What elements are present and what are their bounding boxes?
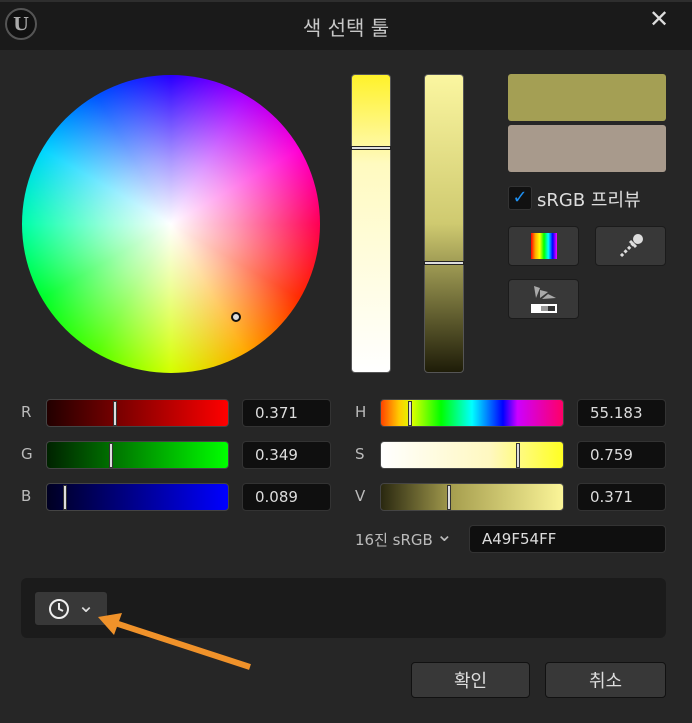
color-wheel-marker[interactable] <box>231 312 241 322</box>
slider-handle[interactable] <box>408 401 413 426</box>
hex-input[interactable]: A49F54FF <box>469 525 666 553</box>
close-icon[interactable]: ✕ <box>646 6 672 32</box>
eyedropper-icon <box>619 234 643 258</box>
slider-handle[interactable] <box>516 443 521 468</box>
s-slider[interactable] <box>380 441 564 469</box>
theme-button[interactable] <box>508 279 579 319</box>
g-value-input[interactable]: 0.349 <box>242 441 331 469</box>
slider-handle[interactable] <box>112 401 117 426</box>
v-slider[interactable] <box>380 483 564 511</box>
slider-handle[interactable] <box>62 485 67 510</box>
b-label: B <box>21 487 32 505</box>
color-spectrum-button[interactable] <box>508 226 579 266</box>
window-title: 색 선택 툴 <box>302 16 390 40</box>
eyedropper-button[interactable] <box>595 226 666 266</box>
spectrum-icon <box>530 233 557 259</box>
saturation-vertical-slider[interactable] <box>351 74 391 373</box>
hex-mode-label[interactable]: 16진 sRGB <box>355 529 433 550</box>
srgb-preview-label: sRGB 프리뷰 <box>537 190 641 211</box>
ok-button[interactable]: 확인 <box>411 662 530 698</box>
v-label: V <box>355 487 366 505</box>
g-label: G <box>21 445 33 463</box>
h-value-input[interactable]: 55.183 <box>577 399 666 427</box>
v-value-input[interactable]: 0.371 <box>577 483 666 511</box>
slider-handle[interactable] <box>351 145 391 150</box>
h-slider[interactable] <box>380 399 564 427</box>
b-slider[interactable] <box>46 483 229 511</box>
color-wheel[interactable] <box>22 75 320 373</box>
slider-handle[interactable] <box>447 485 452 510</box>
s-label: S <box>355 445 365 463</box>
slider-handle[interactable] <box>424 260 464 265</box>
cancel-button[interactable]: 취소 <box>545 662 666 698</box>
s-value-input[interactable]: 0.759 <box>577 441 666 469</box>
r-label: R <box>21 403 32 421</box>
slider-handle[interactable] <box>108 443 113 468</box>
old-color-swatch[interactable] <box>508 125 666 172</box>
srgb-preview-checkbox[interactable]: ✓ <box>508 186 532 210</box>
new-color-swatch <box>508 74 666 121</box>
chevron-down-icon[interactable]: ⌄ <box>436 522 453 546</box>
clock-icon <box>48 598 69 619</box>
r-value-input[interactable]: 0.371 <box>242 399 331 427</box>
r-slider[interactable] <box>46 399 229 427</box>
value-vertical-slider[interactable] <box>424 74 464 373</box>
color-theme-icon <box>530 286 557 313</box>
b-value-input[interactable]: 0.089 <box>242 483 331 511</box>
h-label: H <box>355 403 367 421</box>
annotation-arrow <box>98 613 251 670</box>
g-slider[interactable] <box>46 441 229 469</box>
